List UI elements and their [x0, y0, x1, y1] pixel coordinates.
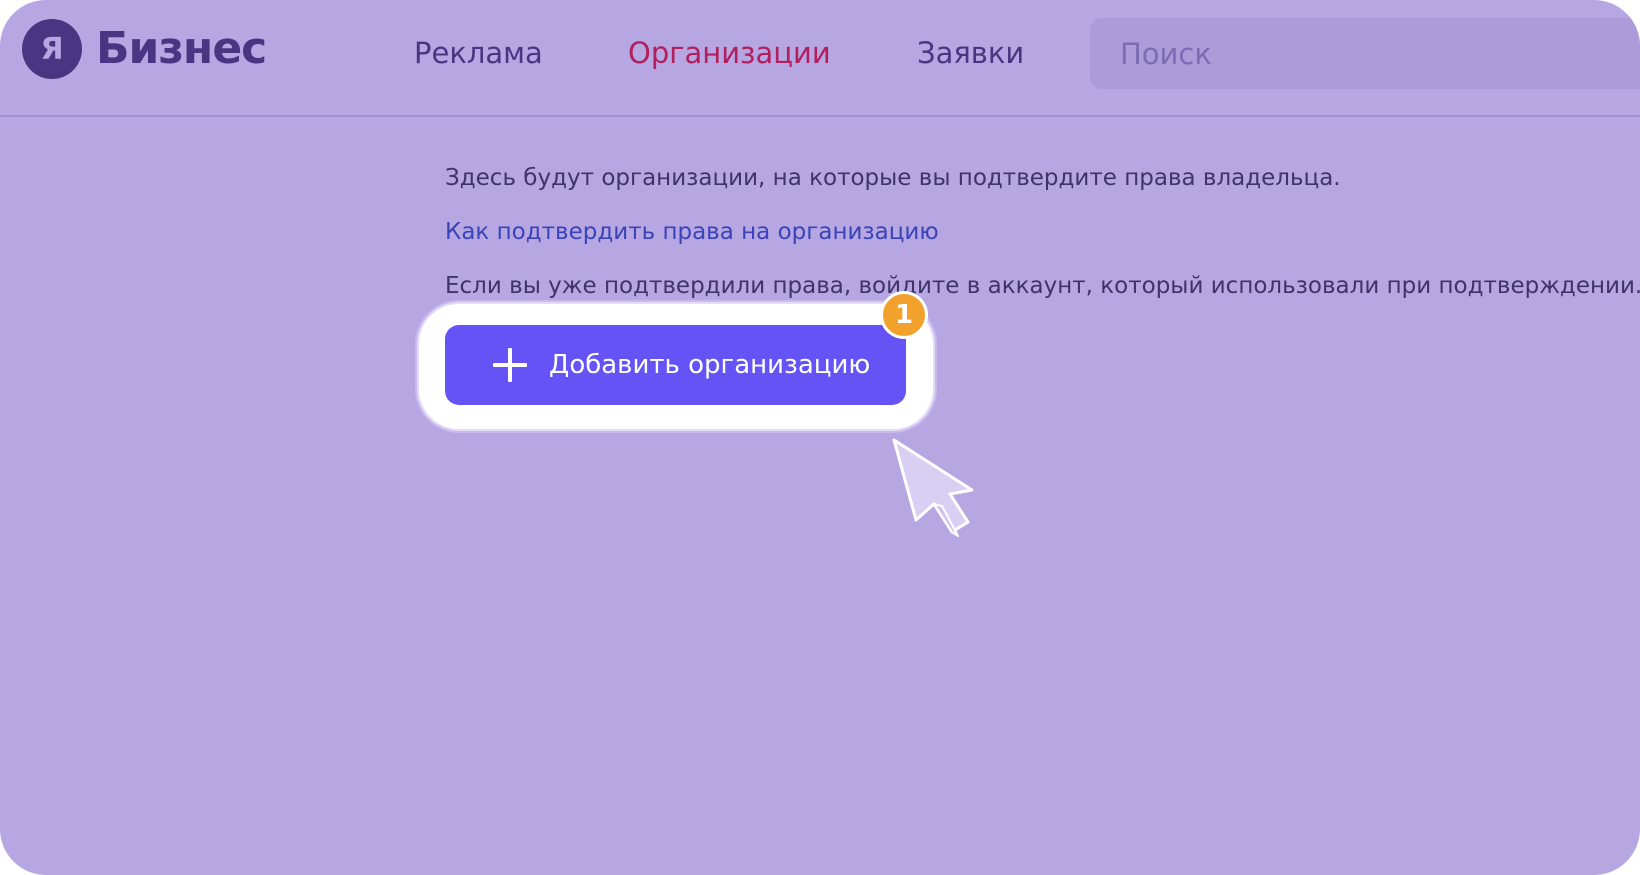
hint-text: Если вы уже подтвердили права, войдите в…	[445, 273, 1640, 299]
app-window: Я Бизнес Реклама Организации Заявки Поис…	[0, 0, 1640, 875]
step-badge: 1	[880, 291, 928, 339]
help-link[interactable]: Как подтвердить права на организацию	[445, 216, 939, 248]
cursor-pointer-icon	[892, 438, 974, 537]
nav-item-ads[interactable]: Реклама	[414, 33, 543, 73]
logo-text: Бизнес	[96, 23, 267, 74]
add-organization-label: Добавить организацию	[549, 350, 871, 380]
search-placeholder: Поиск	[1120, 36, 1212, 71]
logo-mark-icon: Я	[22, 19, 82, 79]
search-input[interactable]: Поиск	[1090, 18, 1640, 89]
plus-icon	[493, 348, 527, 382]
add-organization-button[interactable]: Добавить организацию	[445, 325, 906, 405]
top-header: Я Бизнес Реклама Организации Заявки Поис…	[0, 0, 1640, 117]
intro-text: Здесь будут организации, на которые вы п…	[445, 165, 1341, 191]
nav-item-requests[interactable]: Заявки	[917, 33, 1024, 73]
nav-item-organizations[interactable]: Организации	[628, 33, 831, 73]
yandex-business-logo[interactable]: Я Бизнес	[22, 18, 267, 80]
